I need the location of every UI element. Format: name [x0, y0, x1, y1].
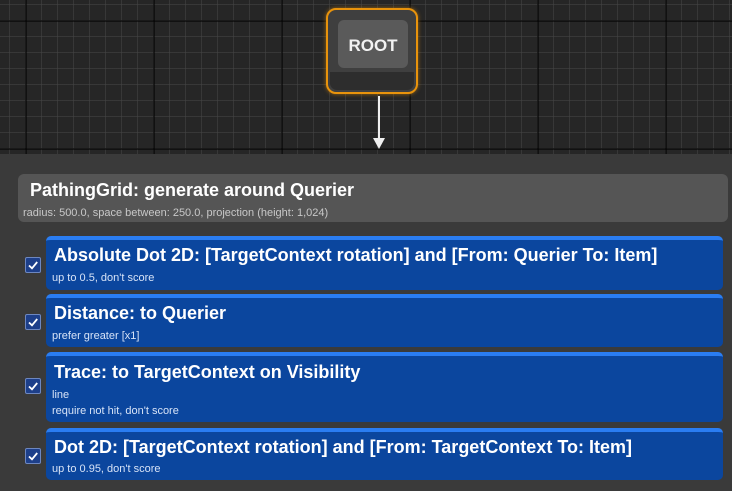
checkmark-icon — [28, 261, 38, 270]
test-description: prefer greater [x1] — [52, 330, 140, 342]
generator-subtitle: radius: 500.0, space between: 250.0, pro… — [23, 207, 329, 219]
test-row[interactable]: Distance: to Querier prefer greater [x1] — [18, 294, 728, 347]
connection-wire — [378, 96, 380, 140]
test-enabled-checkbox[interactable] — [25, 314, 41, 330]
root-node[interactable]: ROOT — [326, 8, 418, 94]
test-enabled-checkbox[interactable] — [25, 257, 41, 273]
test-description: require not hit, don't score — [52, 405, 179, 417]
test-title: Dot 2D: [TargetContext rotation] and [Fr… — [54, 437, 632, 457]
test-card[interactable]: Absolute Dot 2D: [TargetContext rotation… — [46, 236, 723, 290]
test-description: up to 0.95, don't score — [52, 463, 161, 475]
test-row[interactable]: Absolute Dot 2D: [TargetContext rotation… — [18, 236, 728, 290]
root-node-body: ROOT — [338, 20, 408, 68]
test-row[interactable]: Dot 2D: [TargetContext rotation] and [Fr… — [18, 428, 728, 480]
root-node-label: ROOT — [348, 36, 398, 55]
test-title: Absolute Dot 2D: [TargetContext rotation… — [54, 245, 658, 265]
test-row[interactable]: Trace: to TargetContext on Visibility li… — [18, 352, 728, 422]
test-card[interactable]: Trace: to TargetContext on Visibility li… — [46, 352, 723, 422]
test-description: line — [52, 389, 70, 401]
generator-title: PathingGrid: generate around Querier — [30, 180, 355, 200]
checkmark-icon — [28, 318, 38, 327]
test-title: Trace: to TargetContext on Visibility — [54, 362, 361, 382]
generator-header[interactable]: PathingGrid: generate around Querier rad… — [18, 174, 728, 222]
test-enabled-checkbox[interactable] — [25, 378, 41, 394]
test-card[interactable]: Distance: to Querier prefer greater [x1] — [46, 294, 723, 347]
root-output-pin[interactable] — [330, 72, 414, 90]
arrow-down-icon — [373, 138, 385, 149]
test-title: Distance: to Querier — [54, 303, 227, 323]
test-card[interactable]: Dot 2D: [TargetContext rotation] and [Fr… — [46, 428, 723, 480]
test-enabled-checkbox[interactable] — [25, 448, 41, 464]
checkmark-icon — [28, 382, 38, 391]
test-description: up to 0.5, don't score — [52, 272, 155, 284]
generator-node[interactable]: PathingGrid: generate around Querier rad… — [0, 154, 732, 491]
checkmark-icon — [28, 452, 38, 461]
